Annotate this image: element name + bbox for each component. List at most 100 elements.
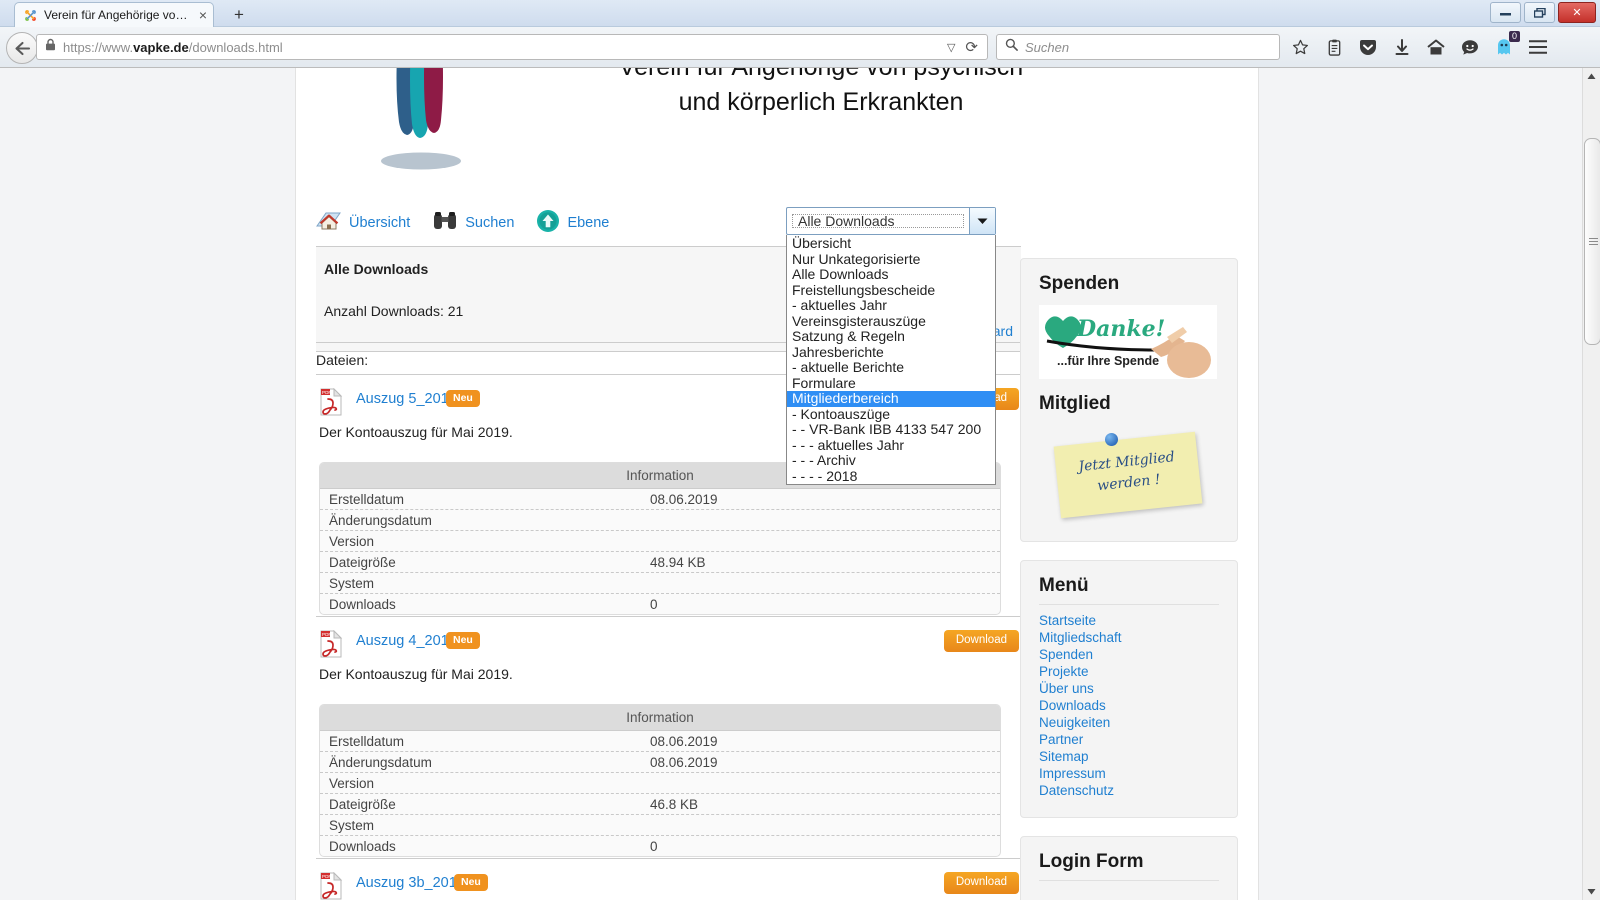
download-entry-name[interactable]: Auszug 5_2019	[356, 391, 457, 407]
dropdown-option[interactable]: - aktuelles Jahr	[787, 297, 995, 314]
files-label: Dateien:	[316, 352, 369, 368]
scroll-down-button[interactable]	[1583, 883, 1600, 900]
download-entry: PDF Auszug 4_2019 Neu Download Der Konto…	[316, 628, 1021, 857]
site-header: Verein für Angehörige von psychisch und …	[296, 68, 1258, 190]
page-scrollbar[interactable]	[1582, 68, 1600, 900]
info-value: 08.06.2019	[650, 754, 718, 770]
list-item: Startseite	[1039, 612, 1219, 629]
divider	[316, 858, 1021, 859]
site-title: Verein für Angehörige von psychisch und …	[471, 68, 1171, 119]
dropdown-option[interactable]: Freistellungsbescheide	[787, 282, 995, 299]
list-item: Datenschutz	[1039, 782, 1219, 799]
back-button[interactable]	[6, 32, 38, 64]
list-item: Partner	[1039, 731, 1219, 748]
new-tab-button[interactable]: +	[226, 4, 252, 26]
url-scheme: https://www.	[63, 39, 134, 55]
menu-item-spenden[interactable]: Spenden	[1039, 646, 1219, 663]
url-bar[interactable]: https://www.vapke.de/downloads.html ▽ ⟳	[36, 34, 988, 60]
chevron-down-icon[interactable]	[969, 208, 995, 234]
dropdown-option[interactable]: Jahresberichte	[787, 344, 995, 361]
info-value: 0	[650, 596, 658, 612]
list-item: Sitemap	[1039, 748, 1219, 765]
dropdown-option[interactable]: - aktuelle Berichte	[787, 359, 995, 376]
info-value: 08.06.2019	[650, 491, 718, 507]
pocket-icon[interactable]	[1354, 34, 1382, 60]
download-entry: PDF Auszug 3b_2019 Neu Download	[316, 870, 1021, 900]
category-select[interactable]: Alle Downloads Übersicht Nur Unkategorisi…	[786, 207, 996, 485]
divider	[316, 616, 1021, 617]
home-icon[interactable]	[1422, 34, 1450, 60]
dropdown-option[interactable]: Nur Unkategorisierte	[787, 251, 995, 268]
url-path: /downloads.html	[188, 39, 283, 55]
download-entry-name[interactable]: Auszug 4_2019	[356, 633, 457, 649]
module-spenden: Spenden Danke! ...für Ihre Spende Mitgli…	[1020, 258, 1238, 542]
table-row: System	[320, 573, 1000, 594]
pdf-file-icon: PDF	[319, 387, 343, 416]
ghostery-icon[interactable]: 0	[1490, 31, 1520, 60]
tab-title: Verein für Angehörige von ...	[44, 8, 193, 22]
module-title: Menü	[1039, 575, 1219, 605]
menu-item-sitemap[interactable]: Sitemap	[1039, 748, 1219, 765]
menu-item-neuigkeiten[interactable]: Neuigkeiten	[1039, 714, 1219, 731]
scroll-up-button[interactable]	[1583, 68, 1600, 85]
dropdown-option[interactable]: Vereinsgisterauszüge	[787, 313, 995, 330]
reader-icon[interactable]	[1320, 34, 1348, 60]
dropdown-option[interactable]: - - - - 2018	[787, 468, 995, 485]
mitglied-banner[interactable]: Jetzt Mitglied werden !	[1039, 425, 1217, 523]
dropdown-option[interactable]: Übersicht	[787, 235, 995, 252]
bookmark-star-icon[interactable]	[1286, 34, 1314, 60]
menu-icon[interactable]	[1524, 34, 1552, 60]
menu-item-mitgliedschaft[interactable]: Mitgliedschaft	[1039, 629, 1219, 646]
menu-item-partner[interactable]: Partner	[1039, 731, 1219, 748]
pin-icon	[1105, 433, 1118, 446]
dropdown-option[interactable]: - Kontoauszüge	[787, 406, 995, 423]
download-button[interactable]: Download	[943, 630, 1019, 652]
download-entry-header: PDF Auszug 4_2019 Neu Download	[316, 628, 1021, 662]
spenden-banner[interactable]: Danke! ...für Ihre Spende	[1039, 305, 1217, 379]
joomla-favicon-icon	[23, 8, 38, 23]
browser-tab[interactable]: Verein für Angehörige von ... ×	[14, 2, 214, 27]
menu-item-downloads[interactable]: Downloads	[1039, 697, 1219, 714]
pdf-file-icon: PDF	[319, 871, 343, 900]
downloads-icon[interactable]	[1388, 34, 1416, 60]
scrollbar-thumb[interactable]	[1584, 138, 1600, 345]
search-input[interactable]: Suchen	[996, 34, 1280, 60]
toolbar-icons: 0	[1286, 31, 1552, 60]
menu-item--ber-uns[interactable]: Über uns	[1039, 680, 1219, 697]
toolbar-item-ebene[interactable]: Ebene	[536, 209, 609, 238]
dropdown-option[interactable]: Alle Downloads	[787, 266, 995, 283]
select-box[interactable]: Alle Downloads	[786, 207, 996, 235]
url-dropdown-icon[interactable]: ▽	[947, 41, 955, 54]
search-icon	[1005, 38, 1018, 56]
sticky-note: Jetzt Mitglied werden !	[1053, 431, 1203, 519]
download-button[interactable]: Download	[943, 872, 1019, 894]
dropdown-option[interactable]: - - - aktuelles Jahr	[787, 437, 995, 454]
close-button[interactable]: ✕	[1558, 2, 1596, 23]
dropdown-option[interactable]: Satzung & Regeln	[787, 328, 995, 345]
list-item: Downloads	[1039, 697, 1219, 714]
download-entry-name[interactable]: Auszug 3b_2019	[356, 875, 465, 891]
maximize-button[interactable]	[1524, 2, 1555, 23]
download-entry-header: PDF Auszug 3b_2019 Neu Download	[316, 870, 1021, 900]
menu-item-impressum[interactable]: Impressum	[1039, 765, 1219, 782]
minimize-button[interactable]	[1490, 2, 1521, 23]
category-dropdown-list[interactable]: Übersicht Nur Unkategorisierte Alle Downlo…	[786, 235, 996, 485]
menu-item-projekte[interactable]: Projekte	[1039, 663, 1219, 680]
module-menu: Menü Startseite Mitgliedschaft Spenden Proj…	[1020, 560, 1238, 818]
spenden-caption: ...für Ihre Spende	[1057, 354, 1160, 368]
select-value: Alle Downloads	[789, 211, 967, 231]
info-value: 0	[650, 838, 658, 854]
ghostery-badge: 0	[1508, 31, 1520, 42]
toolbar-item-suchen[interactable]: Suchen	[432, 210, 514, 237]
tab-close-icon[interactable]: ×	[199, 8, 207, 22]
dropdown-option[interactable]: Formulare	[787, 375, 995, 392]
dropdown-option[interactable]: - - VR-Bank IBB 4133 547 200	[787, 421, 995, 438]
dropdown-option[interactable]: Mitgliederbereich	[787, 390, 995, 407]
site-logo	[366, 68, 471, 174]
menu-item-datenschutz[interactable]: Datenschutz	[1039, 782, 1219, 799]
dropdown-option[interactable]: - - - Archiv	[787, 452, 995, 469]
menu-item-startseite[interactable]: Startseite	[1039, 612, 1219, 629]
smiley-icon[interactable]	[1456, 34, 1484, 60]
reload-icon[interactable]: ⟳	[965, 38, 978, 56]
toolbar-item-uebersicht[interactable]: Übersicht	[316, 210, 410, 237]
